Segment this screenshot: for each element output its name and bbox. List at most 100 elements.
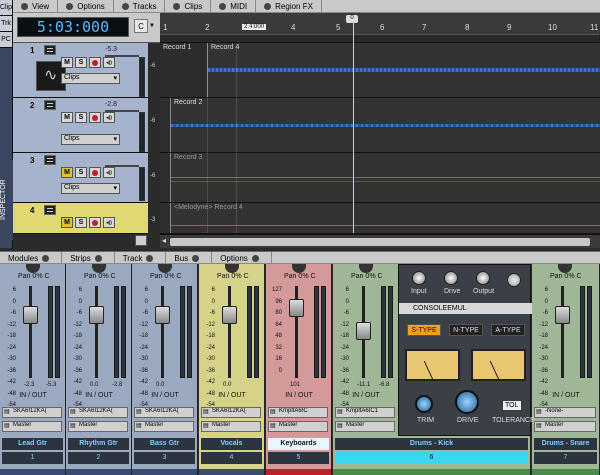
strip-number[interactable]: 4 <box>201 452 262 464</box>
fader-value[interactable]: -11.1 <box>357 382 370 388</box>
chevron-down-icon[interactable]: ▼ <box>149 23 155 29</box>
track-settings-icon[interactable] <box>44 205 56 215</box>
output-select[interactable]: Master <box>134 421 194 432</box>
menu-region-fx[interactable]: Region FX <box>256 0 322 13</box>
ruler-marker-strip[interactable] <box>160 34 600 42</box>
solo-button[interactable]: S <box>75 57 87 68</box>
strip-name[interactable]: Drums - Snare <box>534 438 597 450</box>
track-lane-4[interactable]: <Melodyne> Record 4 <box>160 203 600 234</box>
strip-number[interactable]: 3 <box>134 452 195 464</box>
strip-number[interactable]: 2 <box>68 452 129 464</box>
strip-name[interactable]: Keyboards <box>268 438 329 450</box>
record-arm-button[interactable] <box>89 217 101 228</box>
solo-button[interactable]: S <box>75 112 87 123</box>
volume-fader[interactable] <box>222 306 237 324</box>
clip[interactable]: Record 1 <box>160 43 207 97</box>
time-format-button[interactable]: C <box>134 19 148 33</box>
drive-knob[interactable] <box>444 271 458 285</box>
strip-name[interactable]: Bass Gtr <box>134 438 195 450</box>
volume-fader[interactable] <box>356 322 371 340</box>
pan-knob[interactable] <box>359 264 373 273</box>
input-select[interactable]: KmpltA6IC <box>268 407 328 418</box>
track-settings-icon[interactable] <box>44 45 56 55</box>
pan-knob[interactable] <box>558 264 572 273</box>
track-volume-value[interactable]: -5.3 <box>105 46 117 53</box>
n-type-button[interactable]: N-TYPE <box>449 324 483 336</box>
volume-fader[interactable] <box>89 306 104 324</box>
track-volume-value[interactable]: -2.8 <box>105 101 117 108</box>
strip-number[interactable]: 7 <box>534 452 597 464</box>
pan-value[interactable]: 0% C <box>98 273 115 280</box>
solo-button[interactable]: S <box>75 167 87 178</box>
volume-fader[interactable] <box>23 306 38 324</box>
menu-midi[interactable]: MIDI <box>211 0 257 13</box>
drive-main-knob[interactable] <box>455 390 479 414</box>
track-lane-2[interactable]: Record 2 <box>160 98 600 153</box>
fader-value[interactable]: 0.0 <box>223 382 231 388</box>
input-select[interactable]: SKA6I12KA( <box>201 407 261 418</box>
fader-value[interactable]: -2.3 <box>24 382 34 388</box>
fader-track[interactable] <box>95 286 98 378</box>
input-select[interactable]: SKA6I12KA( <box>68 407 128 418</box>
tolerance-button[interactable]: TOL <box>503 401 521 410</box>
pan-knob[interactable] <box>92 264 106 273</box>
track-settings-icon[interactable] <box>44 100 56 110</box>
output-select[interactable]: Master <box>268 421 328 432</box>
track-header-4[interactable]: 4 M S -3 <box>13 203 155 234</box>
strip-name[interactable]: Vocals <box>201 438 262 450</box>
input-select[interactable]: KmpltA6IC1 <box>335 407 395 418</box>
pan-value[interactable]: 0% C <box>164 273 181 280</box>
record-arm-button[interactable] <box>89 112 101 123</box>
mute-button[interactable]: M <box>61 217 73 228</box>
record-arm-button[interactable] <box>89 57 101 68</box>
show-hide-button[interactable] <box>135 235 147 246</box>
mute-button[interactable]: M <box>61 112 73 123</box>
solo-button[interactable]: S <box>75 217 87 228</box>
menu-options[interactable]: Options <box>58 0 114 13</box>
channel-strip-1[interactable]: Pan 0% C 6 0 -6 -12 -18 -24 -30 -36 -42 -48 -54 -2.3… <box>0 264 66 475</box>
menu-view[interactable]: View <box>13 0 59 13</box>
track-lane-3[interactable]: Record 3 <box>160 153 600 203</box>
output-select[interactable]: Master <box>2 421 62 432</box>
input-echo-button[interactable] <box>103 167 115 178</box>
fader-track[interactable] <box>161 286 164 378</box>
input-echo-button[interactable] <box>103 57 115 68</box>
strip-number[interactable]: 5 <box>268 452 329 464</box>
channel-strip-7[interactable]: Pan 0% C 6 0 -6 -12 -18 -24 -30 -36 -42 -48 -54 IN /… <box>532 264 600 475</box>
output-select[interactable]: Master <box>201 421 261 432</box>
input-select[interactable]: SKA6I12KA( <box>2 407 62 418</box>
track-header-1[interactable]: 1 -5.3 M S Clips -6 <box>13 43 155 98</box>
input-select[interactable]: -None- <box>534 407 596 418</box>
fader-value[interactable]: 0.0 <box>90 382 98 388</box>
output-select[interactable]: Master <box>335 421 395 432</box>
pan-value[interactable]: 0% C <box>32 273 49 280</box>
channel-strip-4[interactable]: Pan 0% C 6 0 -6 -12 -18 -24 -30 -36 -42 -48 -54 0.0 I… <box>199 264 265 475</box>
fader-track[interactable] <box>29 286 32 378</box>
trim-knob[interactable] <box>415 395 433 413</box>
loop-flag[interactable]: 2:4:000 <box>242 24 267 30</box>
input-knob[interactable] <box>412 271 426 285</box>
tab-pc[interactable]: PC <box>0 32 12 48</box>
a-type-button[interactable]: A-TYPE <box>491 324 525 336</box>
bypass-knob[interactable] <box>507 273 521 287</box>
pan-value[interactable]: 0% C <box>231 273 248 280</box>
volume-fader[interactable] <box>289 299 304 317</box>
input-echo-button[interactable] <box>103 217 115 228</box>
menu-clips[interactable]: Clips <box>165 0 212 13</box>
timeline-ruler[interactable]: 2:4:000 0 1 2 3 4 5 6 7 8 9 10 11 <box>160 13 600 43</box>
mute-button[interactable]: M <box>61 57 73 68</box>
track-lane-1[interactable]: Record 1 Record 4 <box>160 43 600 98</box>
track-header-2[interactable]: 2 -2.8 M S Clips -6 <box>13 98 155 153</box>
fader-value[interactable]: 0.0 <box>156 382 164 388</box>
scroll-thumb[interactable] <box>170 238 590 246</box>
horizontal-scrollbar[interactable]: ◂ <box>160 234 600 248</box>
strip-number[interactable]: 1 <box>2 452 63 464</box>
output-knob[interactable] <box>476 271 490 285</box>
clip[interactable]: <Melodyne> Record 4 <box>170 203 600 233</box>
strip-name[interactable]: Rhythm Gtr <box>68 438 129 450</box>
scroll-left-icon[interactable]: ◂ <box>162 236 166 245</box>
input-echo-button[interactable] <box>103 112 115 123</box>
track-header-3[interactable]: 3 M S Clips -6 <box>13 153 155 203</box>
volume-fader[interactable] <box>555 306 570 324</box>
clip[interactable]: Record 2 <box>170 98 600 152</box>
